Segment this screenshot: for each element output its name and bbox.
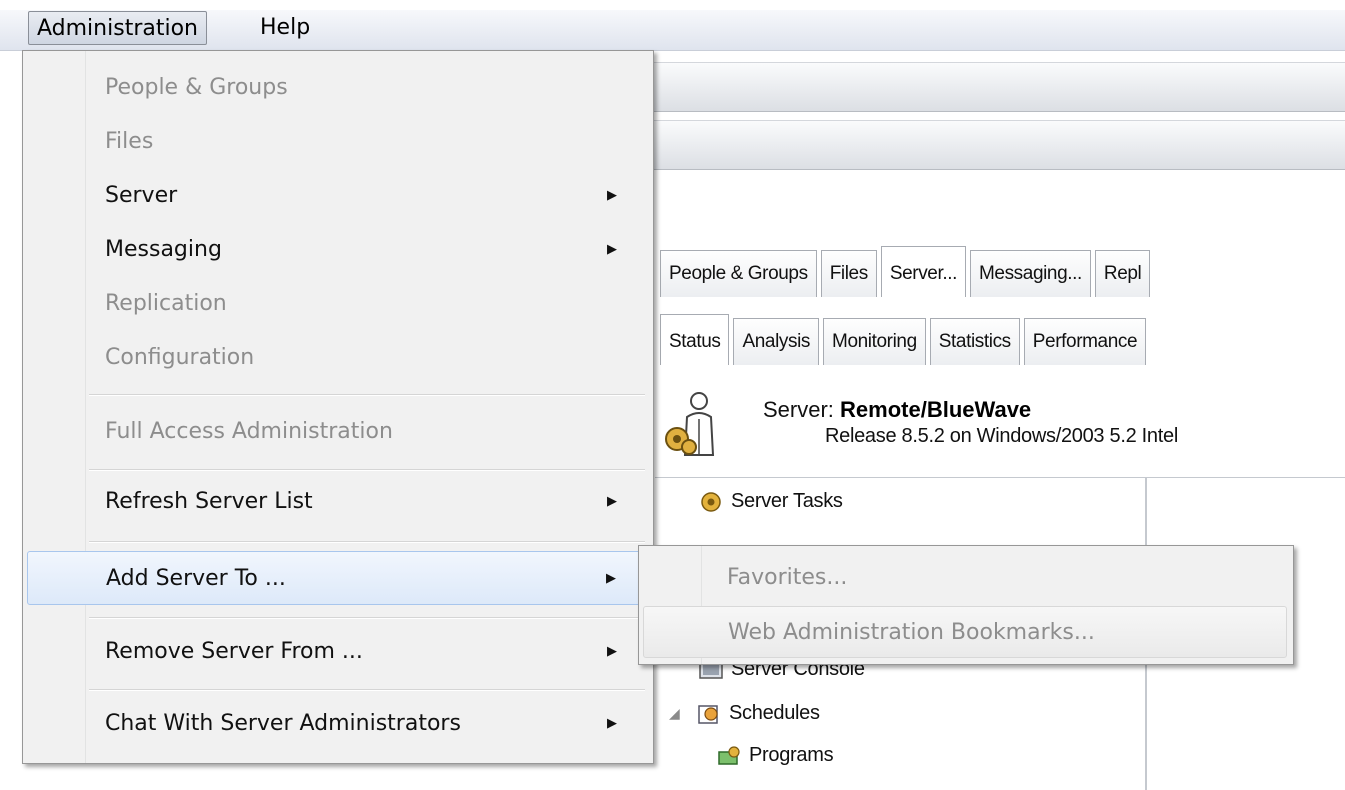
schedules-icon — [698, 704, 718, 724]
tab-files[interactable]: Files — [820, 250, 877, 297]
tree-item-server-tasks[interactable]: Server Tasks — [699, 490, 843, 513]
tab-server[interactable]: Server... — [880, 246, 966, 297]
menu-separator — [89, 689, 645, 691]
menu-item-label: Refresh Server List — [105, 489, 313, 514]
submenu-item-web-administration-bookmarks[interactable]: Web Administration Bookmarks... — [643, 606, 1287, 658]
submenu-item-favorites[interactable]: Favorites... — [643, 552, 1287, 604]
top-tab-row: People & Groups Files Server... Messagin… — [660, 246, 1154, 297]
add-server-to-submenu: Favorites... Web Administration Bookmark… — [638, 545, 1294, 665]
server-admin-icon — [665, 392, 715, 456]
submenu-arrow-icon: ▶ — [607, 716, 617, 731]
menu-item-full-access-administration[interactable]: Full Access Administration — [27, 405, 647, 459]
administration-menu: People & Groups Files Server ▶ Messaging ▶… — [22, 50, 654, 764]
menu-item-label: Configuration — [105, 345, 255, 370]
menu-item-add-server-to[interactable]: Add Server To ... ▶ — [27, 551, 647, 605]
submenu-arrow-icon: ▶ — [607, 494, 617, 509]
tree-item-label: Server Tasks — [731, 490, 843, 512]
server-header: Server: Remote/BlueWave Release 8.5.2 on… — [655, 385, 1345, 475]
menu-item-label: Full Access Administration — [105, 419, 393, 444]
menu-help[interactable]: Help — [252, 11, 318, 45]
menu-item-files[interactable]: Files — [27, 115, 647, 169]
toolbar-upper — [650, 62, 1345, 112]
toolbar-lower — [650, 120, 1345, 170]
tab-monitoring[interactable]: Monitoring — [823, 318, 926, 365]
menu-item-server[interactable]: Server ▶ — [27, 169, 647, 223]
menu-item-chat-with-server-administrators[interactable]: Chat With Server Administrators ▶ — [27, 697, 647, 751]
server-name: Remote/BlueWave — [840, 397, 1032, 422]
submenu-arrow-icon: ▶ — [606, 571, 616, 586]
menu-item-label: Messaging — [105, 237, 222, 262]
server-prefix: Server: — [763, 397, 834, 422]
menu-item-label: Favorites... — [727, 565, 848, 590]
menu-item-label: People & Groups — [105, 75, 288, 100]
menu-separator — [89, 617, 645, 619]
menu-separator — [89, 469, 645, 471]
tab-statistics[interactable]: Statistics — [929, 318, 1020, 365]
right-pane-border — [1146, 477, 1345, 478]
menu-item-label: Files — [105, 129, 154, 154]
menu-bar: Administration Help — [0, 0, 1345, 51]
menu-item-messaging[interactable]: Messaging ▶ — [27, 223, 647, 277]
programs-icon — [718, 745, 740, 765]
menu-item-replication[interactable]: Replication — [27, 277, 647, 331]
menu-item-label: Add Server To ... — [106, 566, 286, 591]
menu-separator — [89, 394, 645, 396]
tree-item-schedules[interactable]: ◢ Schedules — [669, 702, 820, 725]
menu-item-people-groups[interactable]: People & Groups — [27, 61, 647, 115]
menu-item-label: Chat With Server Administrators — [105, 711, 461, 736]
submenu-arrow-icon: ▶ — [607, 644, 617, 659]
menu-item-label: Replication — [105, 291, 227, 316]
menu-item-refresh-server-list[interactable]: Refresh Server List ▶ — [27, 475, 647, 529]
sub-tab-row: Status Analysis Monitoring Statistics Pe… — [660, 314, 1150, 365]
menu-item-label: Server — [105, 183, 178, 208]
expand-arrow-icon[interactable]: ◢ — [669, 705, 689, 722]
tab-people-groups[interactable]: People & Groups — [660, 250, 817, 297]
tab-messaging[interactable]: Messaging... — [969, 250, 1091, 297]
submenu-arrow-icon: ▶ — [607, 188, 617, 203]
tree-item-label: Programs — [749, 744, 834, 766]
tab-status[interactable]: Status — [660, 314, 730, 365]
menu-item-configuration[interactable]: Configuration — [27, 331, 647, 385]
menu-item-label: Remove Server From ... — [105, 639, 363, 664]
menu-administration[interactable]: Administration — [28, 11, 207, 45]
tree-item-label: Schedules — [729, 702, 820, 724]
server-name-line: Server: Remote/BlueWave — [763, 397, 1031, 423]
tab-performance[interactable]: Performance — [1023, 318, 1147, 365]
menu-separator — [89, 541, 645, 543]
menu-item-label: Web Administration Bookmarks... — [728, 620, 1095, 645]
server-release: Release 8.5.2 on Windows/2003 5.2 Intel — [825, 425, 1178, 447]
tree-item-programs[interactable]: Programs — [717, 744, 834, 767]
tab-analysis[interactable]: Analysis — [733, 318, 820, 365]
server-tasks-icon — [701, 491, 721, 512]
submenu-arrow-icon: ▶ — [607, 242, 617, 257]
tab-replication[interactable]: Repl — [1094, 250, 1151, 297]
menu-item-remove-server-from[interactable]: Remove Server From ... ▶ — [27, 625, 647, 679]
